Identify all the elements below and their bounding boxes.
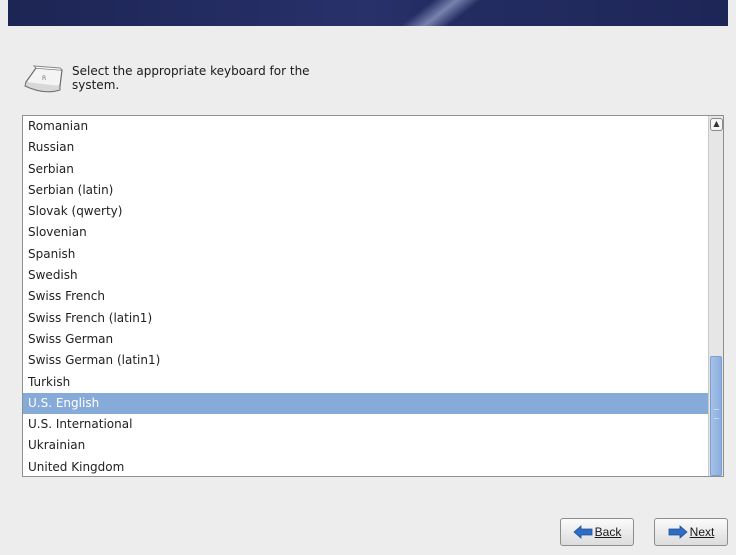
top-banner — [8, 0, 728, 26]
keyboard-list-item[interactable]: Swiss French (latin1) — [23, 308, 708, 329]
instruction-text: Select the appropriate keyboard for the … — [72, 64, 310, 92]
vertical-scrollbar[interactable]: ▲ — [708, 116, 723, 476]
back-button[interactable]: Back — [560, 518, 634, 546]
instruction-header: R Select the appropriate keyboard for th… — [20, 58, 312, 98]
keyboard-list-item[interactable]: Swiss French — [23, 286, 708, 307]
keyboard-list-item[interactable]: U.S. International — [23, 414, 708, 435]
keyboard-list-item[interactable]: Serbian — [23, 159, 708, 180]
scrollbar-thumb[interactable] — [710, 356, 722, 476]
keyboard-list-item[interactable]: Spanish — [23, 244, 708, 265]
arrow-left-icon — [573, 525, 593, 539]
arrow-right-icon — [668, 525, 688, 539]
keyboard-list-item[interactable]: United Kingdom — [23, 457, 708, 476]
next-label: Next — [689, 525, 715, 539]
keyboard-list-item[interactable]: Swedish — [23, 265, 708, 286]
keyboard-list-item[interactable]: Turkish — [23, 372, 708, 393]
keyboard-list-item[interactable]: Romanian — [23, 116, 708, 137]
keyboard-list-item[interactable]: Russian — [23, 137, 708, 158]
keyboard-list-item[interactable]: Swiss German — [23, 329, 708, 350]
banner-streak — [375, 0, 501, 26]
keyboard-list-item[interactable]: Slovak (qwerty) — [23, 201, 708, 222]
keyboard-list: Romanian Russian Serbian Serbian (latin) Slo… — [23, 116, 708, 476]
keyboard-list-item[interactable]: U.S. English — [23, 392, 708, 415]
scrollbar-grip — [714, 409, 719, 419]
keyboard-listbox[interactable]: Romanian Russian Serbian Serbian (latin) Slo… — [22, 115, 724, 477]
svg-text:R: R — [42, 75, 46, 82]
keyboard-list-item[interactable]: Ukrainian — [23, 435, 708, 456]
keyboard-list-item[interactable]: Slovenian — [23, 222, 708, 243]
scroll-up-arrow-icon[interactable]: ▲ — [710, 118, 723, 131]
keyboard-icon: R — [24, 65, 63, 93]
keyboard-list-item[interactable]: Serbian (latin) — [23, 180, 708, 201]
keyboard-list-item[interactable]: Swiss German (latin1) — [23, 350, 708, 371]
back-label: Back — [594, 525, 622, 539]
next-button[interactable]: Next — [654, 518, 728, 546]
